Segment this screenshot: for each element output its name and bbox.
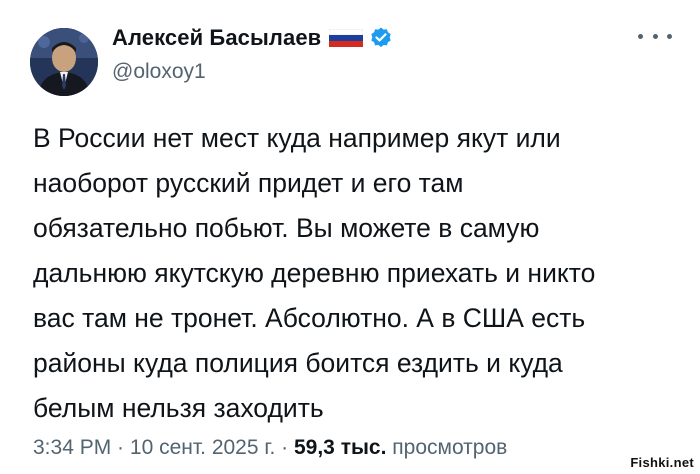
post-text-line: дальнюю якутскую деревню приехать и никт… — [33, 258, 596, 288]
post-meta: 3:34 PM · 10 сент. 2025 г. · 59,3 тыс. п… — [33, 436, 507, 460]
views-label: просмотров — [386, 436, 508, 459]
russian-flag-icon — [329, 28, 364, 47]
meta-separator: · — [111, 436, 130, 459]
post-text-line: наоборот русский придет и его там — [33, 168, 464, 198]
name-row: Алексей Басылаев — [112, 20, 393, 56]
tweet-card: Алексей Басылаев @oloxoy1 В России нет м… — [0, 0, 700, 474]
avatar-image — [30, 28, 98, 96]
more-dot — [667, 33, 672, 39]
more-dot — [652, 33, 658, 39]
post-text-line: обязательно побьют. Вы можете в самую — [33, 213, 540, 243]
meta-separator: · — [275, 436, 294, 459]
verified-badge-icon[interactable] — [369, 26, 393, 50]
post-text-line: районы куда полиция боится ездить и куда — [33, 348, 563, 378]
post-time[interactable]: 3:34 PM — [33, 436, 111, 459]
more-dot — [638, 33, 643, 39]
post-text-line: белым нельзя заходить — [33, 393, 324, 423]
author-handle[interactable]: @oloxoy1 — [112, 60, 393, 84]
watermark: Fishki.net — [630, 455, 694, 470]
post-date[interactable]: 10 сент. 2025 г. — [130, 436, 275, 459]
author-display-name[interactable]: Алексей Басылаев — [112, 25, 321, 51]
avatar[interactable] — [30, 28, 98, 96]
more-options-icon[interactable] — [638, 30, 672, 42]
post-text: В России нет мест куда например якут или… — [33, 116, 673, 431]
post-text-line: вас там не тронет. Абсолютно. А в США ес… — [33, 303, 586, 333]
post-header: Алексей Басылаев @oloxoy1 — [112, 20, 393, 84]
views-count[interactable]: 59,3 тыс. — [294, 436, 386, 459]
post-text-line: В России нет мест куда например якут или — [33, 123, 561, 153]
